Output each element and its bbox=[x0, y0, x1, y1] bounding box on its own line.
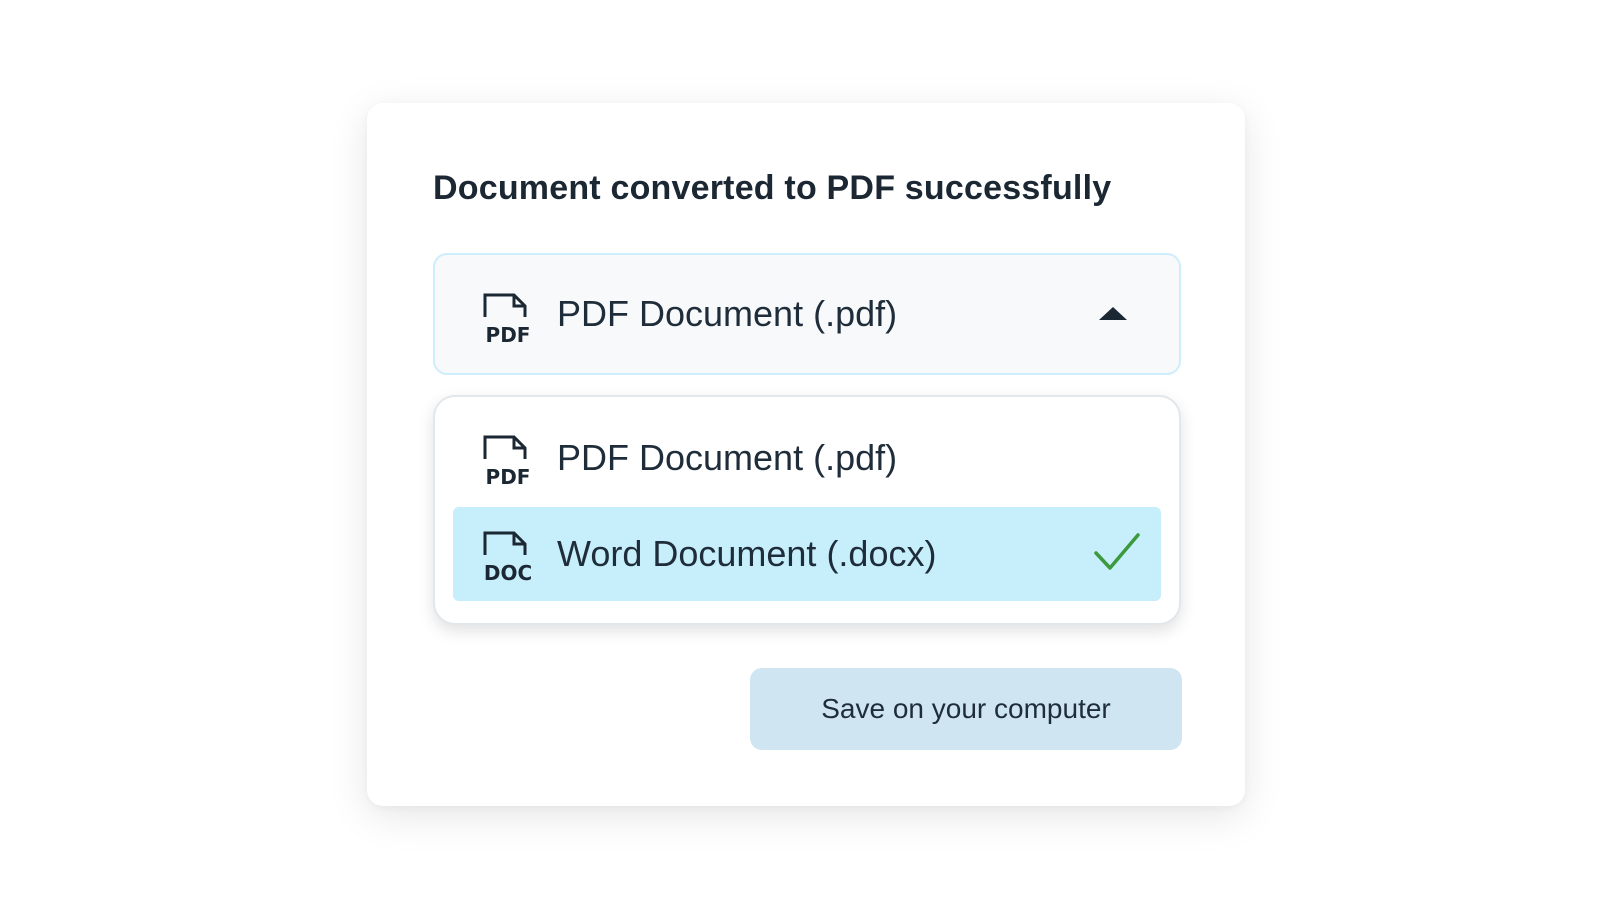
pdf-file-icon: PDF bbox=[481, 291, 535, 345]
format-select[interactable]: PDF PDF Document (.pdf) bbox=[433, 253, 1181, 375]
format-option-pdf[interactable]: PDF PDF Document (.pdf) bbox=[453, 411, 1161, 505]
format-select-value: PDF Document (.pdf) bbox=[557, 293, 898, 334]
pdf-file-icon: PDF bbox=[481, 433, 535, 487]
dialog-title: Document converted to PDF successfully bbox=[433, 169, 1112, 207]
format-option-docx[interactable]: DOC Word Document (.docx) bbox=[453, 507, 1161, 601]
save-button[interactable]: Save on your computer bbox=[750, 668, 1182, 750]
svg-text:PDF: PDF bbox=[486, 465, 531, 487]
caret-up-icon[interactable] bbox=[1099, 307, 1127, 320]
svg-text:DOC: DOC bbox=[484, 561, 532, 583]
doc-file-icon: DOC bbox=[481, 529, 535, 583]
format-dropdown-menu: PDF PDF Document (.pdf) DOC Word Documen… bbox=[433, 395, 1181, 625]
svg-text:PDF: PDF bbox=[486, 323, 531, 345]
format-option-label: Word Document (.docx) bbox=[557, 533, 937, 574]
format-option-label: PDF Document (.pdf) bbox=[557, 437, 898, 478]
conversion-dialog: Document converted to PDF successfully P… bbox=[367, 103, 1245, 806]
checkmark-icon bbox=[1093, 531, 1141, 578]
